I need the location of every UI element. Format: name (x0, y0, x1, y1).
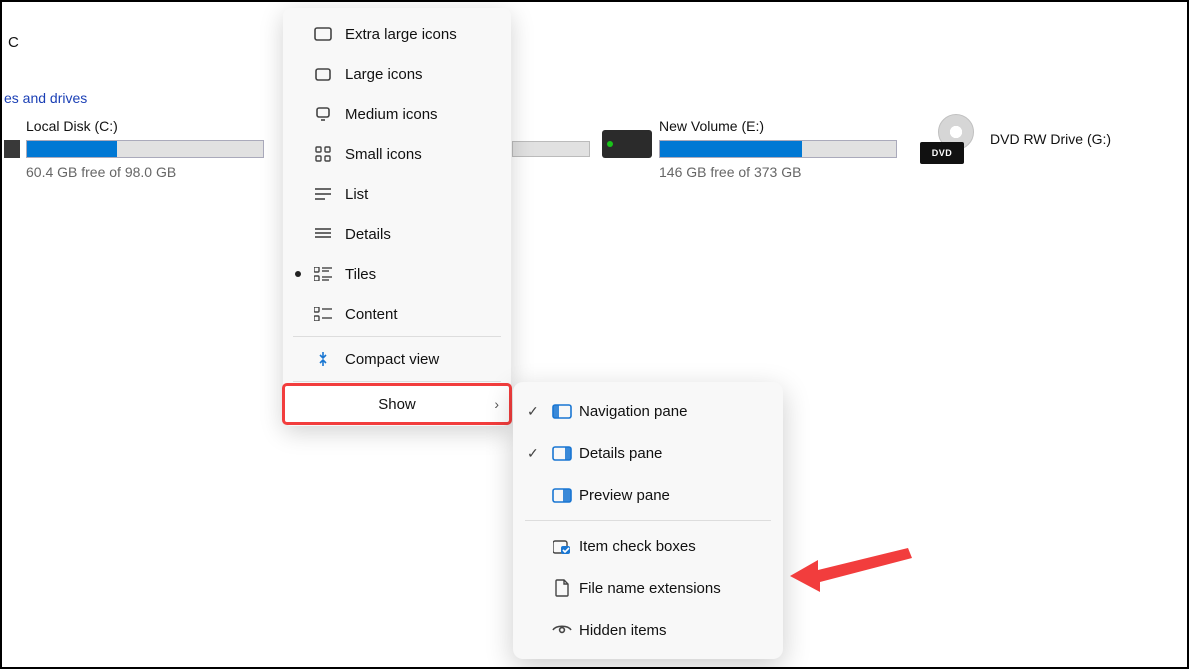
drive-usage-bar (659, 140, 897, 158)
details-icon (311, 227, 335, 241)
check-icon: ✓ (527, 403, 539, 420)
submenu-item-item-check-boxes[interactable]: ✓ Item check boxes (513, 525, 783, 567)
menu-item-medium-icons[interactable]: Medium icons (283, 94, 511, 134)
submenu-item-navigation-pane[interactable]: ✓ Navigation pane (513, 390, 783, 432)
item-check-boxes-icon (551, 538, 573, 554)
chevron-right-icon: › (494, 396, 499, 412)
menu-item-show[interactable]: Show › (283, 384, 511, 424)
menu-item-label: Medium icons (345, 106, 438, 123)
dvd-drive-icon: DVD (920, 114, 976, 164)
check-icon: ✓ (527, 445, 539, 462)
menu-item-extra-large-icons[interactable]: Extra large icons (283, 14, 511, 54)
drive-tile-dvd-rw-g[interactable]: DVD DVD RW Drive (G:) (920, 114, 1111, 164)
tiles-icon (311, 267, 335, 281)
drive-name: Local Disk (C:) (26, 118, 264, 134)
menu-item-label: Details (345, 226, 391, 243)
content-icon (311, 307, 335, 321)
submenu-item-label: File name extensions (579, 580, 721, 597)
menu-item-label: Small icons (345, 146, 422, 163)
annotation-arrow (790, 540, 920, 600)
menu-item-label: Large icons (345, 66, 423, 83)
menu-item-large-icons[interactable]: Large icons (283, 54, 511, 94)
menu-separator (293, 336, 501, 337)
menu-item-tiles[interactable]: Tiles (283, 254, 511, 294)
submenu-item-label: Preview pane (579, 487, 670, 504)
menu-item-label: Content (345, 306, 398, 323)
small-icons-icon (311, 146, 335, 162)
submenu-item-hidden-items[interactable]: ✓ Hidden items (513, 609, 783, 651)
drive-tile-new-volume-e[interactable]: New Volume (E:) 146 GB free of 373 GB (659, 118, 897, 180)
menu-item-small-icons[interactable]: Small icons (283, 134, 511, 174)
navigation-pane-icon (551, 404, 573, 419)
preview-pane-icon (551, 488, 573, 503)
menu-item-list[interactable]: List (283, 174, 511, 214)
submenu-item-details-pane[interactable]: ✓ Details pane (513, 432, 783, 474)
submenu-item-preview-pane[interactable]: ✓ Preview pane (513, 474, 783, 516)
hdd-icon (602, 130, 652, 158)
breadcrumb[interactable]: C (8, 34, 19, 51)
submenu-item-file-name-extensions[interactable]: ✓ File name extensions (513, 567, 783, 609)
list-icon (311, 187, 335, 201)
menu-item-compact-view[interactable]: Compact view (283, 339, 511, 379)
hidden-items-icon (551, 623, 573, 637)
devices-drives-heading: es and drives (4, 90, 87, 106)
show-submenu: ✓ Navigation pane ✓ Details pane ✓ Previ… (513, 382, 783, 659)
menu-item-label: Show (378, 396, 416, 413)
drive-free-text: 60.4 GB free of 98.0 GB (26, 164, 264, 180)
medium-icons-icon (311, 107, 335, 121)
menu-item-label: Tiles (345, 266, 376, 283)
large-icons-icon (311, 68, 335, 81)
drive-name: New Volume (E:) (659, 118, 897, 134)
drive-tile-local-disk-c[interactable]: Local Disk (C:) 60.4 GB free of 98.0 GB (26, 118, 264, 180)
submenu-item-label: Hidden items (579, 622, 667, 639)
submenu-item-label: Details pane (579, 445, 662, 462)
menu-item-label: Extra large icons (345, 26, 457, 43)
drive-bar-stub (512, 141, 590, 157)
menu-item-label: Compact view (345, 351, 439, 368)
submenu-item-label: Item check boxes (579, 538, 696, 555)
menu-separator (293, 381, 501, 382)
drive-icon-stub (4, 140, 20, 158)
file-name-extensions-icon (551, 579, 573, 597)
drive-usage-bar (26, 140, 264, 158)
view-context-menu: Extra large icons Large icons Medium ico… (283, 8, 511, 426)
drive-name: DVD RW Drive (G:) (990, 131, 1111, 147)
menu-item-details[interactable]: Details (283, 214, 511, 254)
extra-large-icons-icon (311, 27, 335, 41)
drive-free-text: 146 GB free of 373 GB (659, 164, 897, 180)
submenu-item-label: Navigation pane (579, 403, 687, 420)
details-pane-icon (551, 446, 573, 461)
compact-view-icon (311, 351, 335, 367)
submenu-separator (525, 520, 771, 521)
menu-item-content[interactable]: Content (283, 294, 511, 334)
menu-item-label: List (345, 186, 368, 203)
